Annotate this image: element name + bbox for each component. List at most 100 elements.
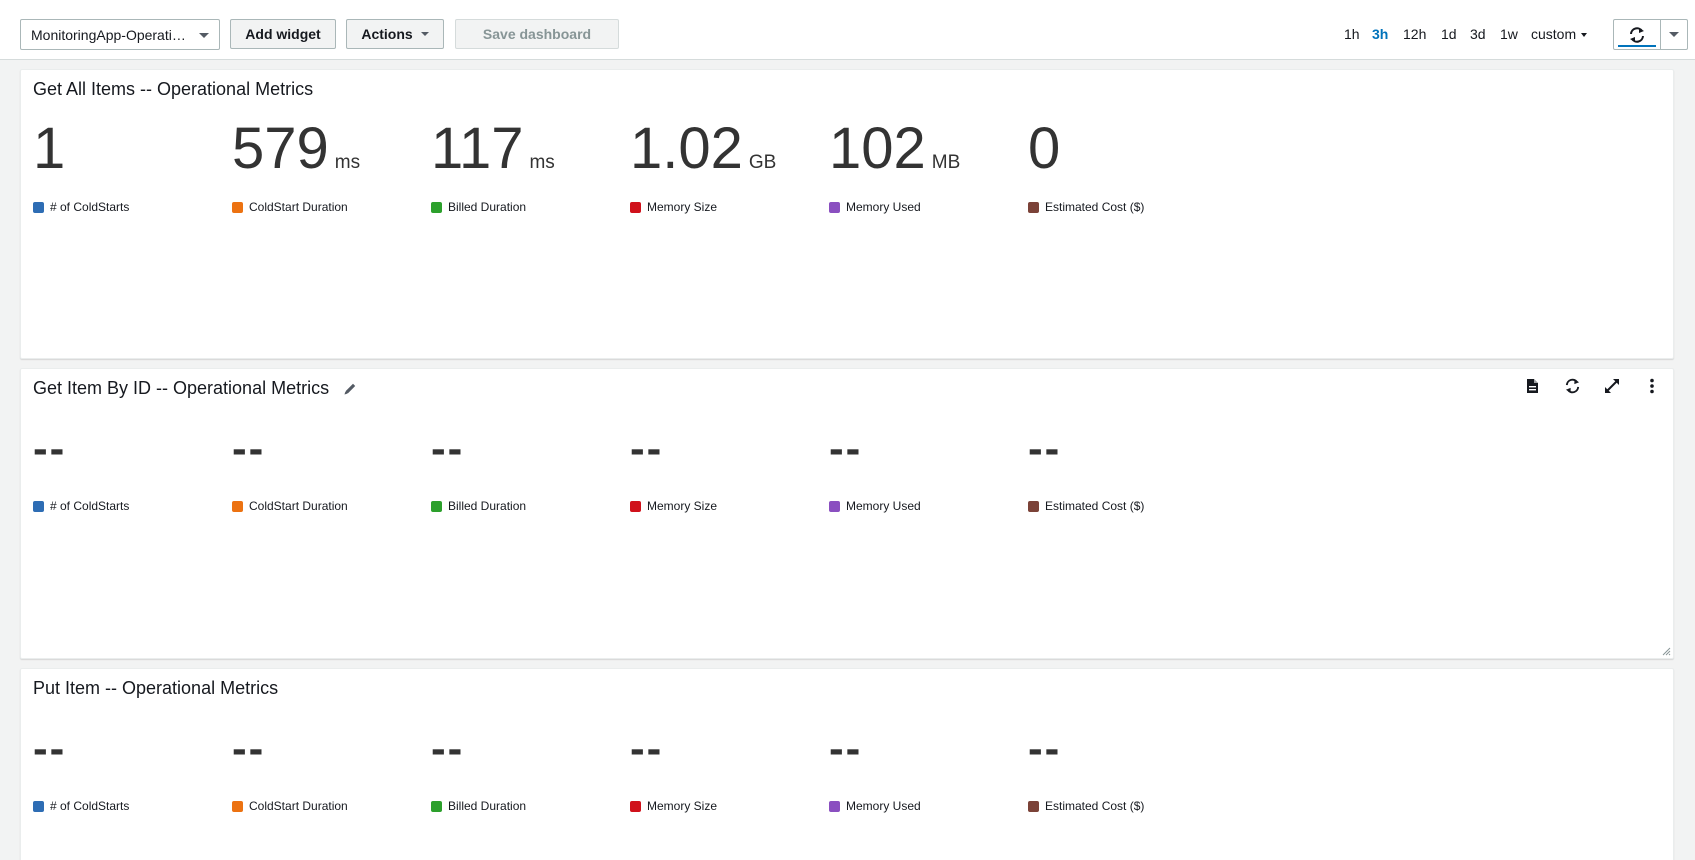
metric-label: Memory Size (647, 200, 718, 214)
actions-label: Actions (361, 26, 413, 42)
range-custom[interactable]: custom (1531, 26, 1588, 42)
save-dashboard-button[interactable]: Save dashboard (455, 19, 619, 49)
metric-label: Memory Used (846, 799, 921, 813)
chevron-down-icon (199, 33, 209, 38)
legend-swatch (630, 201, 641, 213)
widget-title: Get Item By ID -- Operational Metrics (33, 378, 330, 398)
metric-value: -- (630, 724, 664, 773)
metric-coldstarts: -- # of ColdStarts (33, 409, 232, 513)
widget-get-item-by-id[interactable]: Get Item By ID -- Operational Metrics --… (20, 368, 1674, 659)
metric-coldstart-duration: 579 ms ColdStart Duration (232, 110, 431, 214)
legend-swatch (232, 500, 243, 512)
widget-tools (1523, 377, 1661, 395)
legend-swatch (33, 201, 44, 213)
refresh-button[interactable] (1614, 20, 1661, 49)
metric-memory-size: -- Memory Size (630, 709, 829, 813)
widget-title: Get All Items -- Operational Metrics (33, 79, 314, 99)
legend-swatch (33, 800, 44, 812)
metric-value: 1.02 (630, 116, 743, 181)
expand-icon[interactable] (1603, 377, 1621, 395)
pencil-icon[interactable] (343, 382, 357, 396)
legend-swatch (630, 800, 641, 812)
legend-swatch (1028, 800, 1039, 812)
widget-title: Put Item -- Operational Metrics (33, 678, 279, 698)
chevron-down-icon (1581, 33, 1588, 38)
legend-swatch (431, 500, 442, 512)
dashboard-name: MonitoringApp-Operati… (31, 26, 186, 43)
metric-label: Billed Duration (448, 499, 527, 513)
metric-label: # of ColdStarts (50, 799, 130, 813)
metric-label: ColdStart Duration (249, 499, 348, 513)
range-3h[interactable]: 3h (1372, 26, 1388, 42)
metric-memory-size: 1.02 GB Memory Size (630, 110, 829, 214)
metric-label: Estimated Cost ($) (1045, 200, 1145, 214)
metric-value: -- (1028, 724, 1062, 773)
range-3d[interactable]: 3d (1470, 26, 1486, 42)
dashboard-toolbar: MonitoringApp-Operati… Add widget Action… (0, 0, 1695, 60)
metric-memory-used: -- Memory Used (829, 409, 1028, 513)
widget-get-all-items[interactable]: Get All Items -- Operational Metrics 1 #… (20, 69, 1674, 359)
range-1d[interactable]: 1d (1441, 26, 1457, 42)
refresh-icon[interactable] (1563, 377, 1581, 395)
metric-billed-duration: 117 ms Billed Duration (431, 110, 630, 214)
metric-coldstarts: -- # of ColdStarts (33, 709, 232, 813)
metric-label: Estimated Cost ($) (1045, 499, 1145, 513)
metric-value: -- (829, 424, 863, 473)
widget-title-row: Get Item By ID -- Operational Metrics (33, 378, 357, 399)
legend-swatch (431, 800, 442, 812)
range-1h[interactable]: 1h (1344, 26, 1360, 42)
metric-label: Billed Duration (448, 200, 527, 214)
metric-unit: MB (931, 152, 961, 173)
legend-swatch (1028, 500, 1039, 512)
metric-value: -- (829, 724, 863, 773)
legend-swatch (829, 500, 840, 512)
metric-unit: ms (334, 152, 361, 173)
range-1w[interactable]: 1w (1500, 26, 1518, 42)
metric-value: -- (232, 724, 266, 773)
legend-swatch (232, 800, 243, 812)
metric-value: 117 (431, 116, 524, 181)
metric-value: -- (1028, 424, 1062, 473)
metric-coldstarts: 1 # of ColdStarts (33, 110, 232, 214)
legend-swatch (33, 500, 44, 512)
metric-value: -- (431, 724, 465, 773)
metric-estimated-cost: -- Estimated Cost ($) (1028, 709, 1227, 813)
actions-button[interactable]: Actions (346, 19, 444, 49)
metric-coldstart-duration: -- ColdStart Duration (232, 409, 431, 513)
metric-unit: GB (748, 152, 777, 173)
widget-put-item[interactable]: Put Item -- Operational Metrics -- # of … (20, 668, 1674, 860)
more-icon[interactable] (1643, 377, 1661, 395)
metric-label: Memory Used (846, 200, 921, 214)
metric-memory-size: -- Memory Size (630, 409, 829, 513)
metric-value: -- (630, 424, 664, 473)
chevron-down-icon (420, 32, 429, 36)
legend-swatch (829, 800, 840, 812)
metric-value: -- (33, 424, 67, 473)
refresh-options-button[interactable] (1661, 20, 1687, 49)
metric-value: -- (431, 424, 465, 473)
legend-swatch (1028, 201, 1039, 213)
metric-label: Estimated Cost ($) (1045, 799, 1145, 813)
refresh-control (1613, 19, 1688, 50)
range-custom-label: custom (1531, 26, 1577, 42)
metric-label: Billed Duration (448, 799, 527, 813)
metric-unit: ms (529, 152, 555, 173)
metric-label: Memory Size (647, 799, 718, 813)
metric-label: Memory Size (647, 499, 718, 513)
legend-swatch (630, 500, 641, 512)
range-12h[interactable]: 12h (1403, 26, 1426, 42)
metric-estimated-cost: 0 Estimated Cost ($) (1028, 110, 1227, 214)
metric-value: 102 (829, 116, 926, 181)
resize-handle-icon[interactable] (1661, 646, 1671, 656)
add-widget-button[interactable]: Add widget (230, 19, 336, 49)
metric-value: 0 (1028, 116, 1061, 181)
legend-swatch (232, 201, 243, 213)
metric-value: 579 (232, 116, 329, 181)
metric-label: ColdStart Duration (249, 200, 348, 214)
metric-billed-duration: -- Billed Duration (431, 409, 630, 513)
chevron-down-icon (1669, 32, 1679, 37)
document-icon[interactable] (1523, 377, 1541, 395)
dashboard-selector[interactable]: MonitoringApp-Operati… (20, 19, 220, 50)
metric-label: # of ColdStarts (50, 499, 130, 513)
metric-value: -- (33, 724, 67, 773)
